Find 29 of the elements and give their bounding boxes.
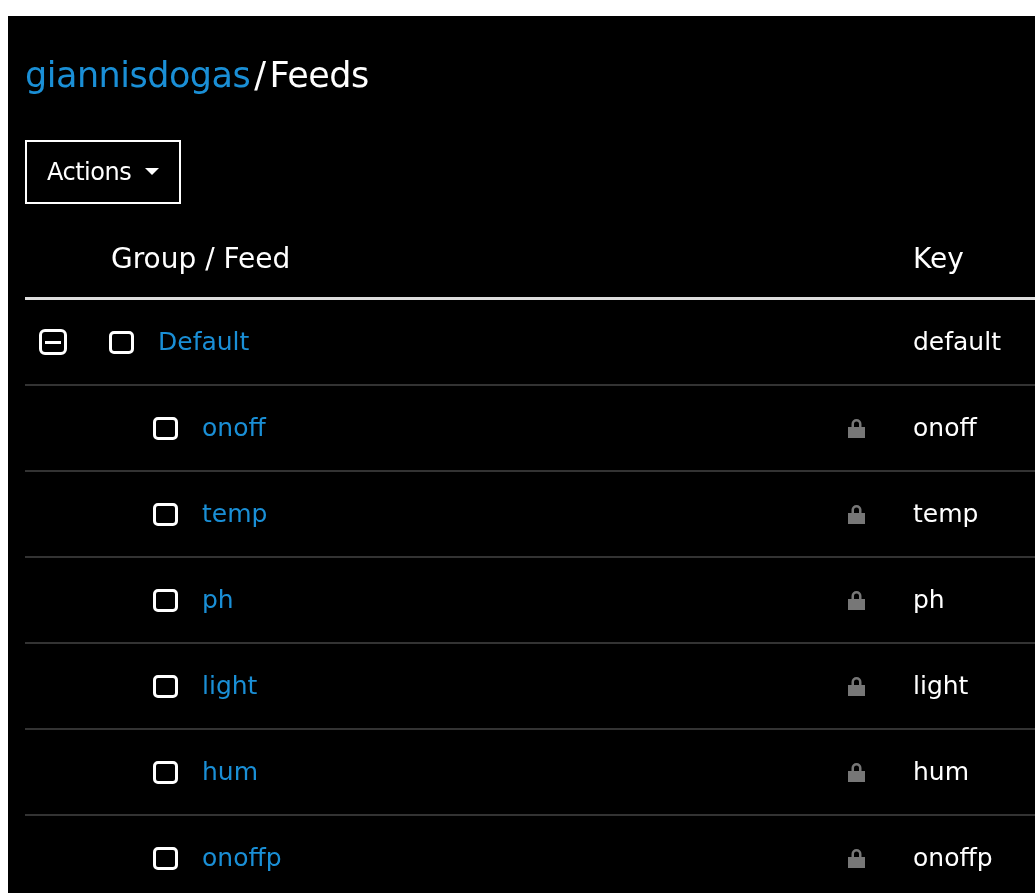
checkbox[interactable] xyxy=(153,846,178,870)
page-title: Feeds xyxy=(269,55,369,95)
feed-link[interactable]: hum xyxy=(202,753,259,791)
feed-link[interactable]: onoff xyxy=(202,409,266,447)
checkbox[interactable] xyxy=(153,588,178,612)
column-header: Group / Feed xyxy=(111,240,291,277)
breadcrumb-separator: / xyxy=(254,55,266,95)
checkbox[interactable] xyxy=(153,416,178,440)
key-text: onoffp xyxy=(913,842,993,875)
feed-link[interactable]: ph xyxy=(202,581,234,619)
actions-button[interactable]: Actions xyxy=(25,140,182,204)
collapse-toggle[interactable] xyxy=(39,329,67,355)
key-text: default xyxy=(913,326,1001,359)
checkbox[interactable] xyxy=(109,330,134,354)
group-link[interactable]: Default xyxy=(158,323,250,361)
checkbox[interactable] xyxy=(153,502,178,526)
key-text: temp xyxy=(913,498,979,531)
key-text: light xyxy=(913,670,969,703)
checkbox[interactable] xyxy=(153,760,178,784)
key-text: onoff xyxy=(913,412,977,445)
key-text: hum xyxy=(913,756,970,789)
feed-link[interactable]: temp xyxy=(202,495,268,533)
column-header: Key xyxy=(913,240,964,277)
owner-link[interactable]: giannisdogas xyxy=(25,55,251,95)
feed-link[interactable]: onoffp xyxy=(202,839,282,877)
caret-icon xyxy=(145,168,160,176)
feed-link[interactable]: light xyxy=(202,667,258,705)
key-text: ph xyxy=(913,584,945,617)
checkbox[interactable] xyxy=(153,674,178,698)
